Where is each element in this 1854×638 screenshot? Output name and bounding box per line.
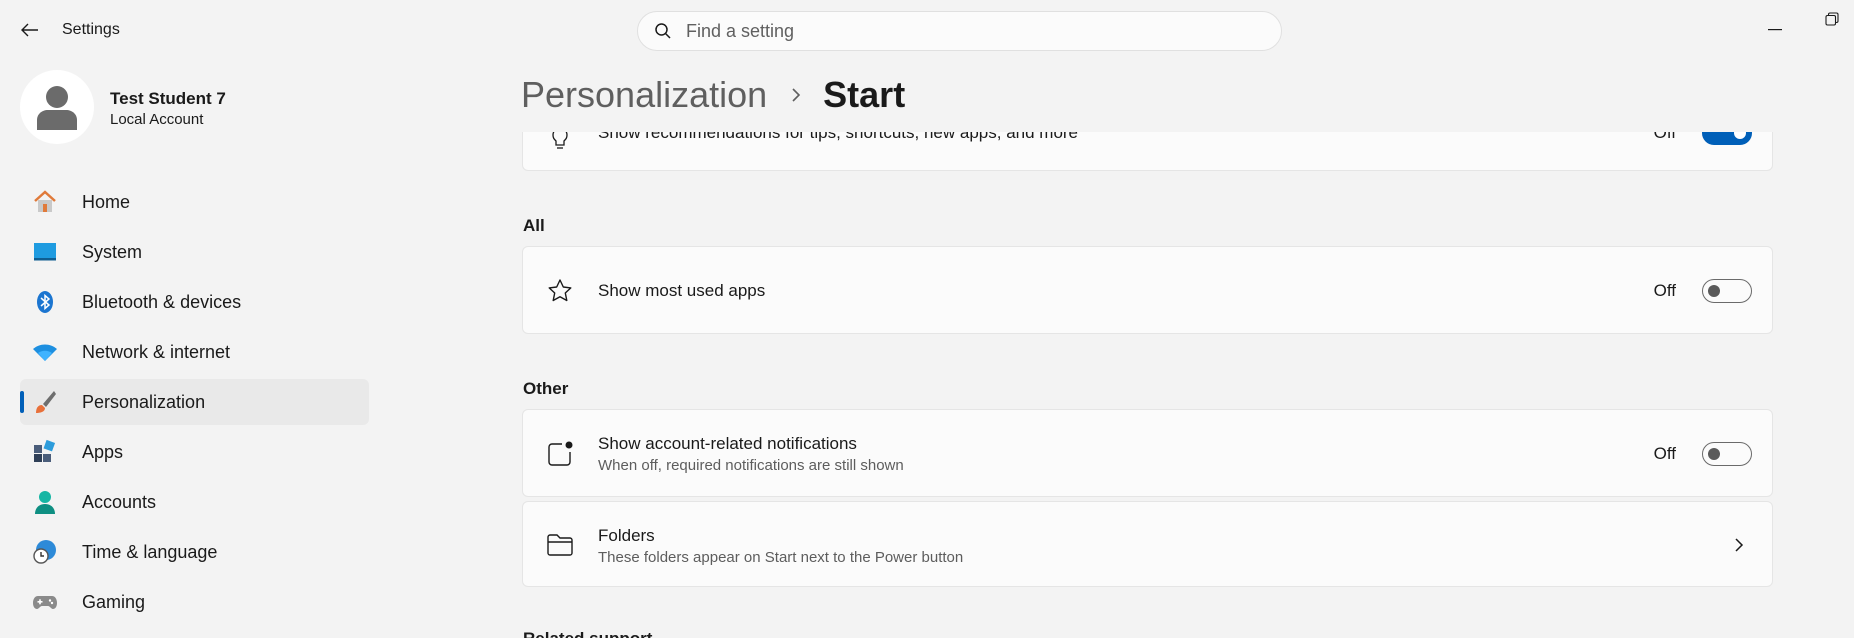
sidebar-item-accounts[interactable]: Accounts [20, 479, 369, 525]
chevron-right-icon [791, 87, 801, 103]
sidebar-item-home[interactable]: Home [20, 179, 369, 225]
section-title-other: Other [523, 379, 569, 398]
toggle-knob [1734, 132, 1746, 139]
person-icon [32, 489, 58, 515]
bluetooth-icon [32, 289, 58, 315]
account-notifications-toggle[interactable] [1702, 442, 1752, 466]
wifi-icon [32, 339, 58, 365]
brush-icon [32, 389, 58, 415]
sidebar-item-bluetooth[interactable]: Bluetooth & devices [20, 279, 369, 325]
toggle-knob [1708, 285, 1720, 297]
folders-label: Folders [598, 526, 655, 545]
arrow-left-icon [21, 23, 38, 37]
restore-icon [1825, 12, 1839, 26]
breadcrumb: Personalization Start [521, 72, 905, 118]
most-used-apps-label: Show most used apps [598, 281, 766, 300]
sidebar-item-time-language[interactable]: Time & language [20, 529, 369, 575]
section-title-related-support: Related support [523, 629, 652, 638]
restore-button[interactable] [1825, 12, 1839, 26]
app-title: Settings [62, 21, 120, 38]
account-notifications-label: Show account-related notifications [598, 434, 857, 453]
toggle-knob [1708, 448, 1720, 460]
search-icon [655, 23, 671, 39]
recommendations-label: Show recommendations for tips, shortcuts… [598, 132, 1079, 142]
page-title: Start [823, 74, 906, 115]
sidebar-item-label: Accounts [82, 491, 157, 512]
star-icon [545, 276, 575, 306]
user-name: Test Student 7 [110, 89, 226, 108]
sidebar-item-label: Time & language [82, 541, 218, 562]
title-bar: Settings [0, 0, 1854, 58]
sidebar-item-label: Gaming [82, 591, 146, 612]
sidebar-item-label: Personalization [82, 391, 206, 412]
account-notifications-state: Off [1653, 444, 1676, 463]
avatar[interactable] [20, 70, 94, 144]
folder-icon [545, 530, 575, 560]
sidebar-item-network[interactable]: Network & internet [20, 329, 369, 375]
display-icon [32, 239, 58, 265]
sidebar-item-label: Home [82, 191, 131, 212]
most-used-apps-setting[interactable]: Show most used apps Off [522, 246, 1773, 334]
apps-icon [32, 439, 58, 465]
search-input[interactable] [686, 20, 1246, 42]
minimize-icon [1768, 29, 1782, 31]
gamepad-icon [32, 589, 58, 615]
person-placeholder-icon [37, 86, 77, 130]
minimize-button[interactable] [1768, 18, 1784, 31]
section-title-all: All [523, 216, 545, 235]
sidebar-item-label: Bluetooth & devices [82, 291, 242, 312]
sidebar-item-gaming[interactable]: Gaming [20, 579, 369, 625]
sidebar-nav: Home System Bluetooth & devices Network … [20, 179, 369, 629]
notification-badge-icon [545, 439, 575, 469]
lightbulb-icon [545, 132, 575, 155]
recommendations-state: Off [1653, 132, 1676, 142]
settings-content[interactable]: Show recommendations for tips, shortcuts… [522, 132, 1773, 638]
recommendations-setting[interactable]: Show recommendations for tips, shortcuts… [522, 132, 1773, 171]
sidebar-item-system[interactable]: System [20, 229, 369, 275]
account-type: Local Account [110, 111, 204, 128]
sidebar-item-label: System [82, 241, 143, 262]
search-box[interactable] [637, 11, 1282, 51]
folders-description: These folders appear on Start next to th… [598, 549, 964, 566]
home-icon [32, 189, 58, 215]
sidebar-item-personalization[interactable]: Personalization [20, 379, 369, 425]
breadcrumb-parent[interactable]: Personalization [521, 74, 767, 116]
chevron-right-icon [1734, 537, 1744, 558]
globe-clock-icon [32, 539, 58, 565]
most-used-apps-state: Off [1653, 281, 1676, 300]
back-button[interactable] [16, 16, 44, 44]
sidebar-item-apps[interactable]: Apps [20, 429, 369, 475]
most-used-apps-toggle[interactable] [1702, 279, 1752, 303]
sidebar-item-label: Apps [82, 441, 124, 462]
folders-setting[interactable]: Folders These folders appear on Start ne… [522, 501, 1773, 587]
recommendations-toggle[interactable] [1702, 132, 1752, 145]
account-notifications-setting[interactable]: Show account-related notifications When … [522, 409, 1773, 497]
sidebar-item-label: Network & internet [82, 341, 231, 362]
account-notifications-description: When off, required notifications are sti… [598, 457, 904, 474]
